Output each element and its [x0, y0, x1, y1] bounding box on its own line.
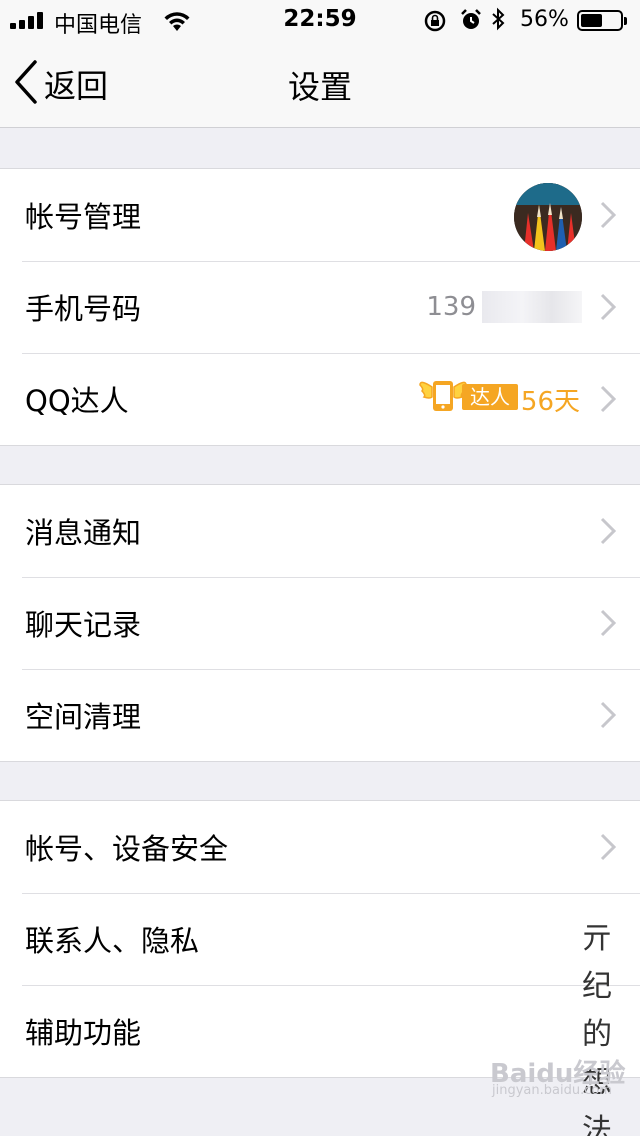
- bluetooth-icon: [490, 7, 506, 37]
- row-label: QQ达人: [25, 384, 129, 418]
- row-label: 手机号码: [25, 292, 142, 326]
- watermark-char: 法: [582, 1113, 612, 1136]
- row-qq-daren[interactable]: QQ达人 达人 56天: [0, 353, 640, 445]
- phone-number-value: 139: [426, 292, 476, 322]
- avatar: [514, 183, 582, 251]
- watermark-char: 的: [582, 1017, 612, 1052]
- row-storage-cleanup[interactable]: 空间清理: [0, 669, 640, 761]
- chevron-right-icon: [600, 517, 617, 549]
- account-group: 帐号管理 手机号码 139 QQ达人 达人 56天: [0, 168, 640, 446]
- row-label: 帐号管理: [25, 200, 142, 234]
- watermark-char: 纪: [582, 969, 612, 1004]
- baidu-watermark-url: jingyan.baidu.com: [492, 1083, 612, 1098]
- daren-badge: 达人: [418, 377, 518, 417]
- status-bar: 中国电信 22:59 56%: [0, 0, 640, 40]
- row-label: 联系人、隐私: [25, 924, 200, 958]
- watermark-char: 亓: [582, 921, 612, 956]
- battery-icon: [577, 10, 627, 31]
- row-chat-history[interactable]: 聊天记录: [0, 577, 640, 669]
- daren-days: 56天: [520, 386, 580, 417]
- row-account-device-security[interactable]: 帐号、设备安全: [0, 801, 640, 893]
- chevron-right-icon: [600, 701, 617, 733]
- row-label: 空间清理: [25, 700, 142, 734]
- row-label: 帐号、设备安全: [25, 832, 229, 866]
- rotation-lock-icon: [423, 9, 447, 39]
- row-label: 消息通知: [25, 516, 142, 550]
- handwritten-watermark: 亓 纪 的 想 法: [572, 915, 622, 1136]
- battery-percent: 56%: [520, 7, 569, 32]
- row-account-management[interactable]: 帐号管理: [0, 169, 640, 261]
- winged-phone-icon: [418, 375, 468, 419]
- phone-number-mask: [482, 291, 582, 323]
- row-contacts-privacy[interactable]: 联系人、隐私: [0, 893, 640, 985]
- row-phone-number[interactable]: 手机号码 139: [0, 261, 640, 353]
- row-notifications[interactable]: 消息通知: [0, 485, 640, 577]
- security-group: 帐号、设备安全 联系人、隐私 辅助功能: [0, 800, 640, 1078]
- chevron-right-icon: [600, 609, 617, 641]
- navigation-bar: 返回 设置: [0, 40, 640, 128]
- row-label: 聊天记录: [25, 608, 142, 642]
- daren-tag: 达人: [462, 384, 518, 410]
- row-label: 辅助功能: [25, 1016, 142, 1050]
- message-group: 消息通知 聊天记录 空间清理: [0, 484, 640, 762]
- alarm-icon: [459, 8, 483, 38]
- page-title: 设置: [287, 68, 352, 106]
- chevron-right-icon: [600, 833, 617, 865]
- chevron-right-icon: [600, 385, 617, 417]
- chevron-right-icon: [600, 201, 617, 233]
- chevron-right-icon: [600, 293, 617, 325]
